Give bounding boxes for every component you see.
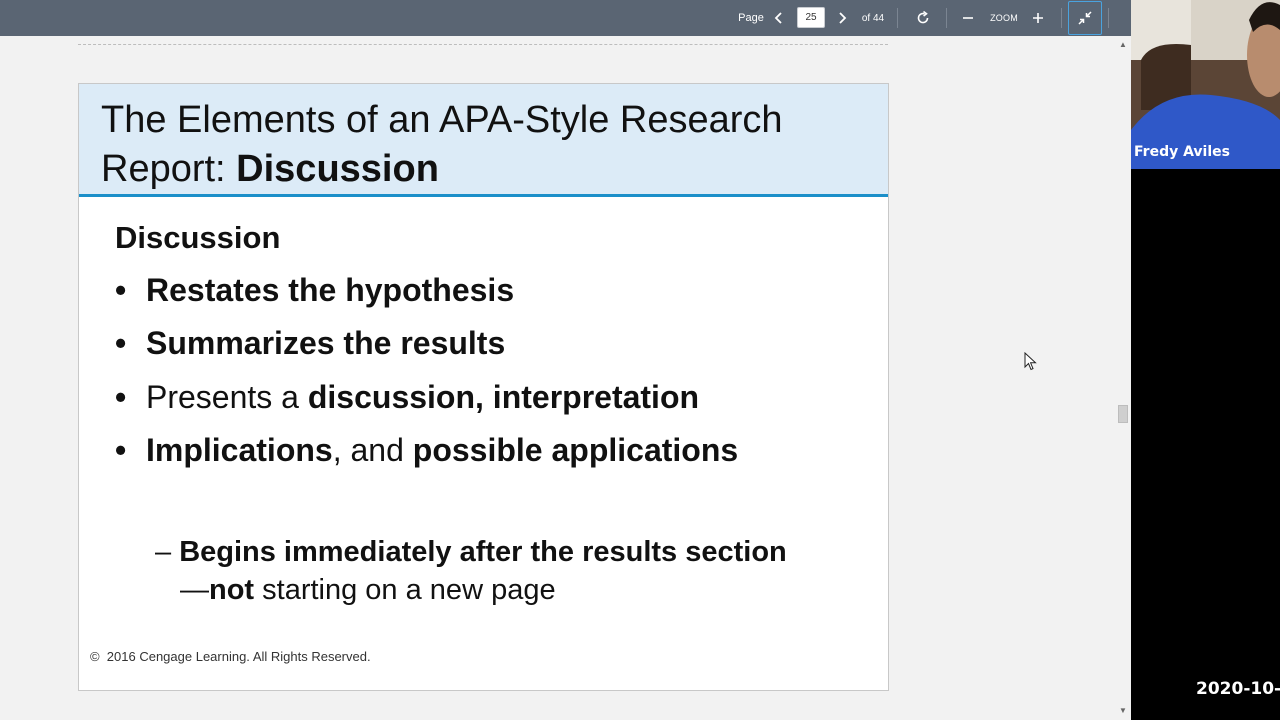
bullet-icon: • (115, 379, 127, 415)
rotate-icon (917, 10, 929, 24)
page-total: of 44 (861, 12, 885, 24)
chevron-right-icon (839, 12, 847, 24)
page-number-input[interactable] (797, 7, 825, 28)
scrollbar-thumb[interactable] (1118, 405, 1128, 423)
previous-page-button[interactable] (770, 0, 788, 36)
plus-icon (1033, 13, 1043, 23)
minus-icon (963, 17, 973, 19)
mouse-cursor-icon (1024, 352, 1037, 371)
bullet-text: , and (332, 432, 413, 468)
toolbar-divider (897, 8, 898, 28)
page-label: Page (738, 12, 764, 24)
participant-video[interactable]: Fredy Aviles (1131, 0, 1280, 169)
slide-title: The Elements of an APA-Style Research Re… (101, 96, 861, 194)
bullet-text-emphasis: discussion, interpretation (307, 379, 700, 415)
scroll-up-arrow[interactable]: ▲ (1117, 40, 1129, 50)
toolbar-divider (1108, 8, 1109, 28)
bullet-item: • Summarizes the results (115, 325, 505, 362)
sub-bullet-text: Begins immediately after the results sec… (179, 536, 787, 568)
zoom-out-button[interactable] (959, 0, 977, 36)
bullet-icon: • (115, 325, 127, 361)
exit-fullscreen-button[interactable] (1068, 1, 1102, 35)
sub-bullet-line: —not starting on a new page (180, 574, 556, 607)
zoom-in-button[interactable] (1028, 0, 1048, 36)
section-heading: Discussion (115, 220, 281, 255)
bullet-text: Restates the hypothesis (146, 272, 515, 308)
bullet-text-emphasis: Implications (146, 432, 333, 468)
bullet-icon: • (115, 272, 127, 308)
sub-bullet-line: – Begins immediately after the results s… (155, 536, 787, 569)
toolbar-divider (946, 8, 947, 28)
recording-timestamp: 2020-10- (1196, 679, 1280, 699)
collapse-icon (1078, 11, 1092, 25)
bullet-item: • Presents a discussion, interpretation (115, 379, 699, 416)
bullet-text: Presents a (146, 379, 308, 415)
sub-bullet-emphasis: not (209, 574, 255, 606)
bullet-text-emphasis: possible applications (412, 432, 739, 468)
video-panel: Fredy Aviles 2020-10- (1131, 0, 1280, 720)
chevron-left-icon (774, 12, 782, 24)
copyright-footer: © 2016 Cengage Learning. All Rights Rese… (90, 649, 371, 664)
bullet-icon: • (115, 432, 127, 468)
rotate-button[interactable] (912, 0, 934, 36)
participant-name: Fredy Aviles (1134, 144, 1230, 160)
scroll-down-arrow[interactable]: ▼ (1117, 706, 1129, 716)
slide-title-prefix: Report: (101, 148, 237, 190)
slide-page: The Elements of an APA-Style Research Re… (78, 83, 889, 691)
zoom-label: ZOOM (990, 13, 1018, 23)
previous-page-edge (78, 44, 888, 45)
pdf-toolbar: Page of 44 ZOOM (0, 0, 1131, 36)
slide-header: The Elements of an APA-Style Research Re… (79, 84, 888, 197)
pdf-viewer: Page of 44 ZOOM (0, 0, 1131, 720)
next-page-button[interactable] (833, 0, 851, 36)
slide-title-line1: The Elements of an APA-Style Research (101, 99, 783, 141)
slide-title-emphasis: Discussion (236, 148, 439, 190)
bullet-item: • Implications, and possible applications (115, 432, 738, 469)
sub-bullet-dash: – (155, 536, 180, 568)
sub-bullet-text: starting on a new page (254, 574, 556, 606)
toolbar-divider (1061, 8, 1062, 28)
sub-bullet-dash: — (180, 574, 209, 606)
bullet-text: Summarizes the results (146, 325, 506, 361)
bullet-item: • Restates the hypothesis (115, 272, 514, 309)
